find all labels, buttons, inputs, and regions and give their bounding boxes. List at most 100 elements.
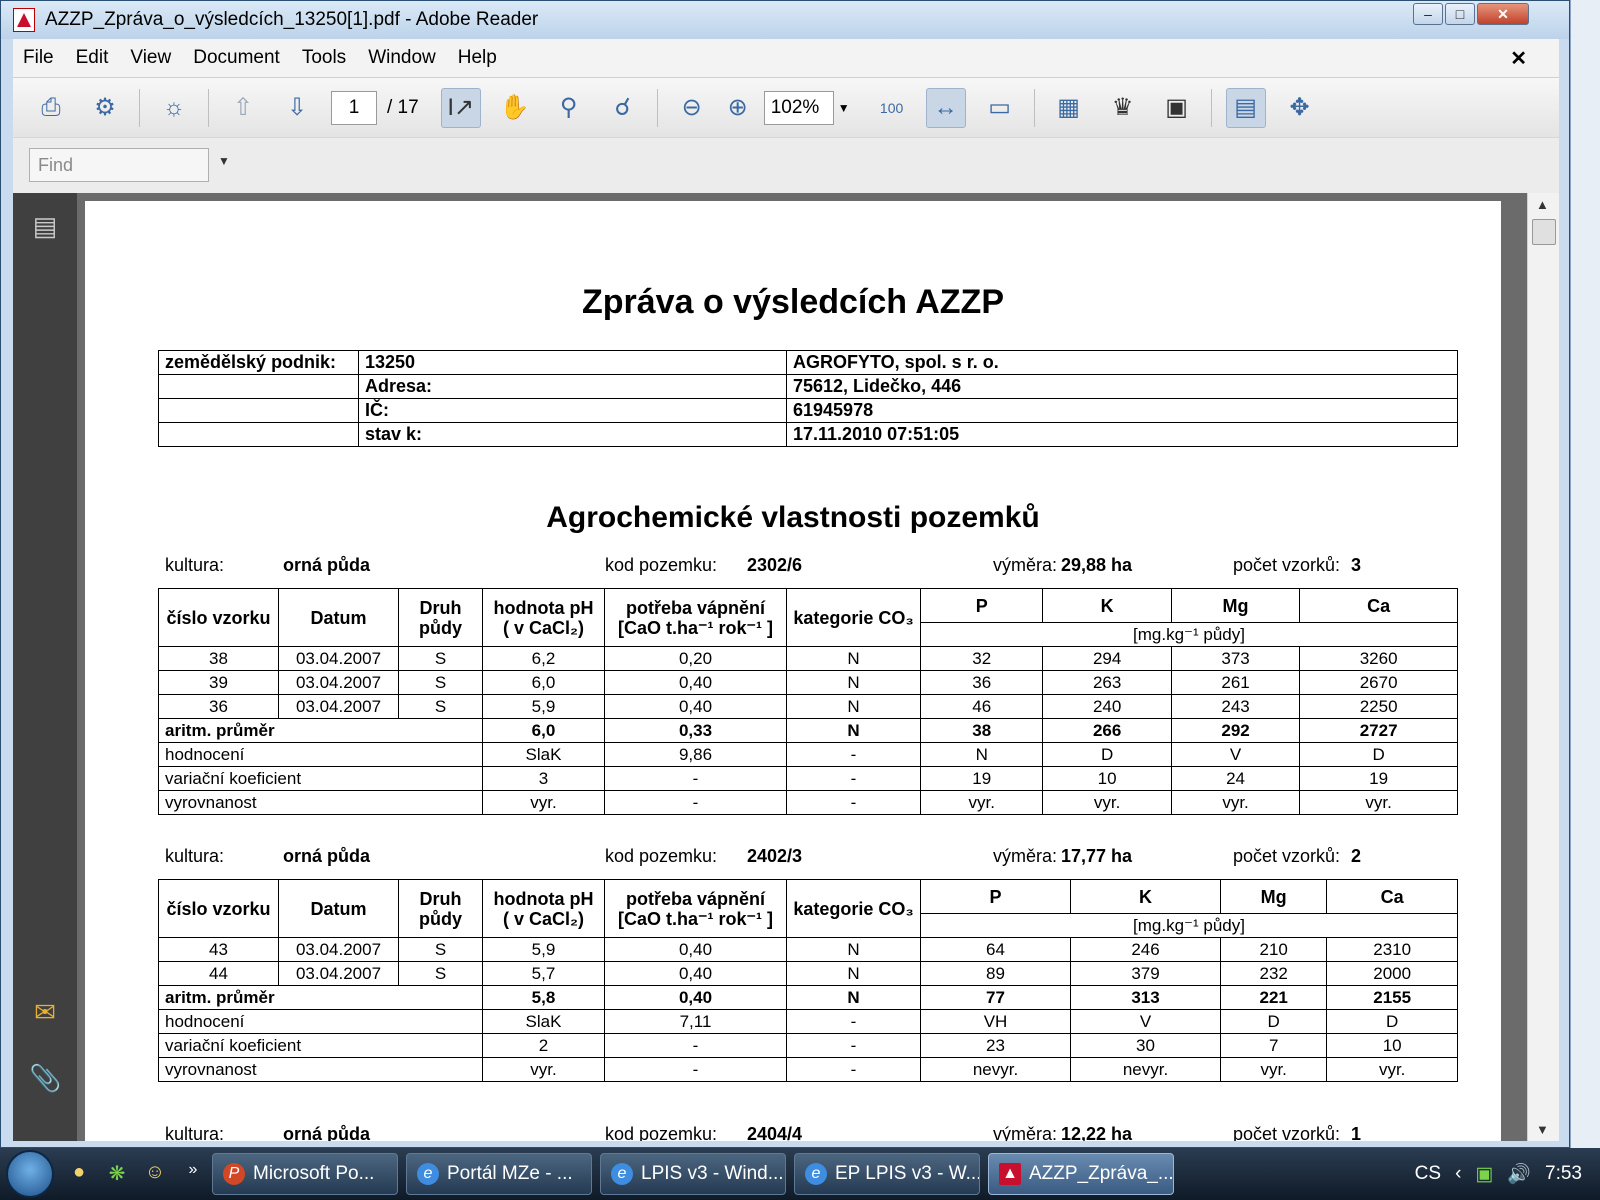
slideshow-icon[interactable]: ▦ (1049, 88, 1089, 128)
page-number-input[interactable]: 1 (331, 90, 377, 125)
print-icon[interactable]: ⎙ (31, 88, 71, 128)
quicklaunch-icon[interactable]: ❋ (104, 1161, 130, 1187)
kod-value: 2404/4 (747, 1124, 803, 1141)
quicklaunch-icon[interactable]: ☺ (142, 1161, 168, 1187)
fit-page-icon[interactable]: ▭ (980, 88, 1020, 128)
vertical-scrollbar[interactable]: ▲ ▼ (1527, 193, 1559, 1141)
menu-file[interactable]: File (23, 47, 54, 69)
kod-value: 2402/3 (747, 846, 803, 866)
header-potreba: potřeba vápnění [CaO t.ha⁻¹ rok⁻¹ ] (604, 879, 787, 938)
table-cell: 243 (1170, 694, 1301, 719)
table-cell: 373 (1170, 646, 1301, 671)
menu-document[interactable]: Document (193, 47, 280, 69)
table-cell: vyrovnanost (158, 1057, 483, 1082)
minimize-button[interactable]: – (1413, 3, 1443, 25)
find-dropdown-icon[interactable]: ▼ (218, 154, 230, 168)
start-button[interactable] (0, 1148, 60, 1200)
volume-icon[interactable]: 🔊 (1507, 1162, 1531, 1186)
header-cislo: číslo vzorku (158, 588, 279, 647)
header-druh: Druh půdy (398, 588, 483, 647)
header-p: P (919, 588, 1044, 623)
table-cell: 7,11 (604, 1009, 787, 1034)
vymera-value: 29,88 ha (1061, 555, 1133, 575)
table-cell: 30 (1070, 1033, 1221, 1058)
collaborate-icon[interactable]: ☼ (154, 88, 194, 128)
stamp-icon[interactable]: ♛ (1103, 88, 1143, 128)
marquee-zoom-icon[interactable]: ⚲ (549, 88, 589, 128)
summary-row: variační koeficient 2- -23 30 7 10 (158, 1033, 1458, 1058)
section-title: Agrochemické vlastnosti pozemků (546, 501, 1040, 534)
scrolling-mode-icon[interactable]: ▤ (1225, 87, 1266, 128)
table-cell: 221 (1219, 985, 1328, 1010)
task-powerpoint[interactable]: P Microsoft Po... (212, 1153, 398, 1195)
table-cell: S (398, 670, 483, 695)
table-cell: 5,8 (482, 985, 605, 1010)
ie-icon: e (417, 1163, 439, 1185)
adobe-reader-window: AZZP_Zpráva_o_výsledcích_13250[1].pdf - … (0, 0, 1570, 1148)
task-adobe-reader[interactable]: ▲ AZZP_Zpráva_... (988, 1153, 1174, 1195)
close-document-icon[interactable]: ✕ (1510, 46, 1527, 71)
header-mg: Mg (1170, 588, 1301, 623)
ie-icon: e (805, 1163, 827, 1185)
table-cell: 0,40 (604, 985, 787, 1010)
table-cell: - (604, 1033, 787, 1058)
close-window-button[interactable]: ✕ (1477, 3, 1529, 25)
attachments-icon[interactable]: 📎 (29, 1063, 61, 1095)
table-cell: 5,9 (482, 694, 605, 719)
table-cell: 9,86 (604, 742, 787, 767)
fit-width-icon[interactable]: ↔ (925, 87, 966, 128)
task-lpis[interactable]: e LPIS v3 - Wind... (600, 1153, 786, 1195)
table-cell: 313 (1070, 985, 1221, 1010)
snapshot-icon[interactable]: ▣ (1157, 88, 1197, 128)
info-label: Adresa: (358, 374, 787, 399)
maximize-button[interactable]: □ (1445, 3, 1475, 25)
quicklaunch-more-icon[interactable]: » (180, 1161, 206, 1187)
find-input[interactable]: Find (29, 148, 209, 182)
menu-help[interactable]: Help (458, 47, 497, 69)
zoom-dropdown-icon[interactable]: ▼ (838, 101, 850, 115)
pocet-label: počet vzorků: (1233, 1124, 1341, 1141)
scroll-down-icon[interactable]: ▼ (1536, 1122, 1549, 1137)
table-cell: N (786, 694, 921, 719)
dynamic-zoom-icon[interactable]: ☌ (603, 88, 643, 128)
language-indicator[interactable]: CS (1415, 1163, 1441, 1185)
table-cell: 03.04.2007 (278, 961, 399, 986)
hand-tool-icon[interactable]: ✋ (495, 88, 535, 128)
tray-expand-icon[interactable]: ‹ (1455, 1163, 1461, 1185)
table-cell: 261 (1170, 670, 1301, 695)
full-screen-icon[interactable]: ✥ (1280, 88, 1320, 128)
zoom-in-icon[interactable]: ⊕ (718, 88, 758, 128)
next-page-icon[interactable]: ⇩ (277, 88, 317, 128)
table-cell: 10 (1042, 766, 1172, 791)
quicklaunch-icon[interactable]: ● (66, 1161, 92, 1187)
table-cell: 38 (158, 646, 279, 671)
menu-edit[interactable]: Edit (76, 47, 109, 69)
table-cell: variační koeficient (158, 766, 483, 791)
select-tool-icon[interactable]: I↗ (440, 87, 481, 128)
task-portal-mze[interactable]: e Portál MZe - ... (406, 1153, 592, 1195)
network-icon[interactable]: ▣ (1475, 1163, 1493, 1186)
table-cell: variační koeficient (158, 1033, 483, 1058)
vymera-label: výměra: (993, 1124, 1058, 1141)
scroll-up-icon[interactable]: ▲ (1536, 197, 1549, 212)
share-icon[interactable]: ⚙ (85, 88, 125, 128)
zoom-out-icon[interactable]: ⊖ (672, 88, 712, 128)
actual-size-icon[interactable]: 100 (872, 88, 912, 128)
previous-page-icon[interactable]: ⇧ (223, 88, 263, 128)
table-cell: S (398, 937, 483, 962)
summary-row: vyrovnanost vyr. - - vyr. vyr. vyr. vyr. (158, 790, 1458, 815)
table-cell: vyr. (1299, 790, 1458, 815)
comments-icon[interactable]: ✉ (29, 997, 61, 1029)
zoom-level-input[interactable]: 102% (763, 90, 834, 125)
clock[interactable]: 7:53 (1545, 1163, 1582, 1185)
kultura-value: orná půda (283, 555, 371, 575)
info-code: 13250 (358, 350, 787, 375)
document-area: Zpráva o výsledcích AZZP zemědělský podn… (77, 193, 1527, 1141)
menu-tools[interactable]: Tools (302, 47, 346, 69)
pages-icon[interactable]: ▤ (29, 211, 61, 243)
menu-window[interactable]: Window (368, 47, 436, 69)
scroll-thumb[interactable] (1532, 219, 1556, 245)
table-cell: 36 (158, 694, 279, 719)
menu-view[interactable]: View (130, 47, 171, 69)
task-ep-lpis[interactable]: e EP LPIS v3 - W... (794, 1153, 980, 1195)
